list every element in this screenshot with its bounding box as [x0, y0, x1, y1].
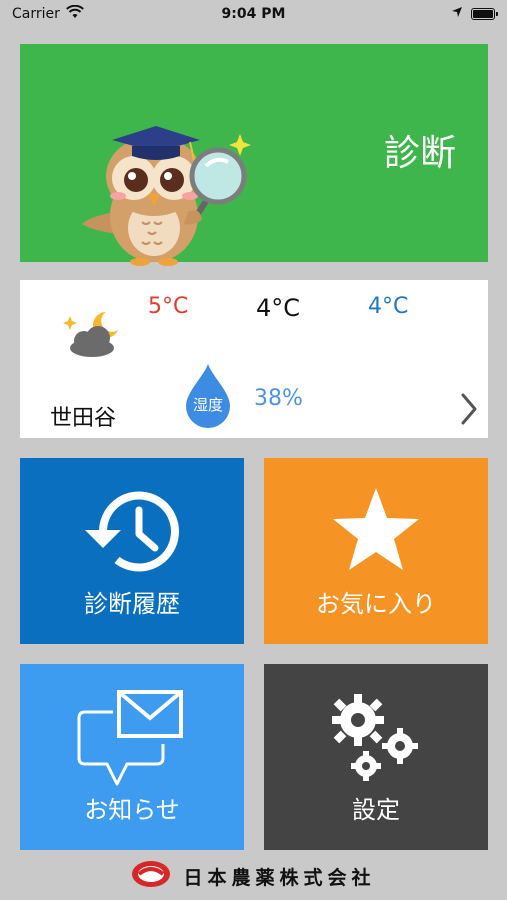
location-arrow-icon [451, 6, 463, 22]
humidity-value: 38% [254, 386, 303, 411]
star-icon [264, 486, 488, 572]
company-name: 日本農薬株式会社 [183, 866, 376, 889]
temp-current: 4°C [256, 294, 301, 322]
owl-mascot-icon [82, 116, 252, 270]
diagnosis-tile[interactable]: 診断 [20, 44, 488, 266]
mail-chat-icon [20, 688, 244, 788]
temp-min: 4°C [368, 294, 409, 319]
battery-icon [471, 8, 498, 20]
status-bar-right [451, 6, 498, 22]
settings-button[interactable]: 設定 [264, 664, 488, 850]
city-name: 世田谷 [50, 406, 117, 431]
humidity-label: 湿度 [192, 396, 223, 414]
temp-max: 5°C [148, 294, 189, 319]
notices-label: お知らせ [84, 796, 180, 824]
footer: 日本農薬株式会社 [0, 856, 507, 896]
status-bar: Carrier 9:04 PM [0, 0, 507, 28]
wifi-icon [66, 4, 84, 23]
chevron-right-icon[interactable] [460, 392, 478, 430]
settings-label: 設定 [352, 796, 400, 824]
weather-partly-cloudy-night-icon [62, 308, 120, 362]
notices-button[interactable]: お知らせ [20, 664, 244, 850]
history-clock-icon [20, 486, 244, 578]
company-logo-icon [131, 860, 171, 892]
status-bar-left: Carrier [12, 4, 84, 23]
favorites-button[interactable]: お気に入り [264, 458, 488, 644]
history-button[interactable]: 診断履歴 [20, 458, 244, 644]
diagnosis-title: 診断 [383, 133, 456, 174]
history-label: 診断履歴 [84, 590, 180, 618]
favorites-label: お気に入り [316, 590, 436, 618]
gears-icon [264, 692, 488, 784]
carrier-label: Carrier [12, 6, 60, 22]
weather-card[interactable]: 5°C 4°C 4°C 世田谷 湿度 38% [20, 280, 488, 438]
